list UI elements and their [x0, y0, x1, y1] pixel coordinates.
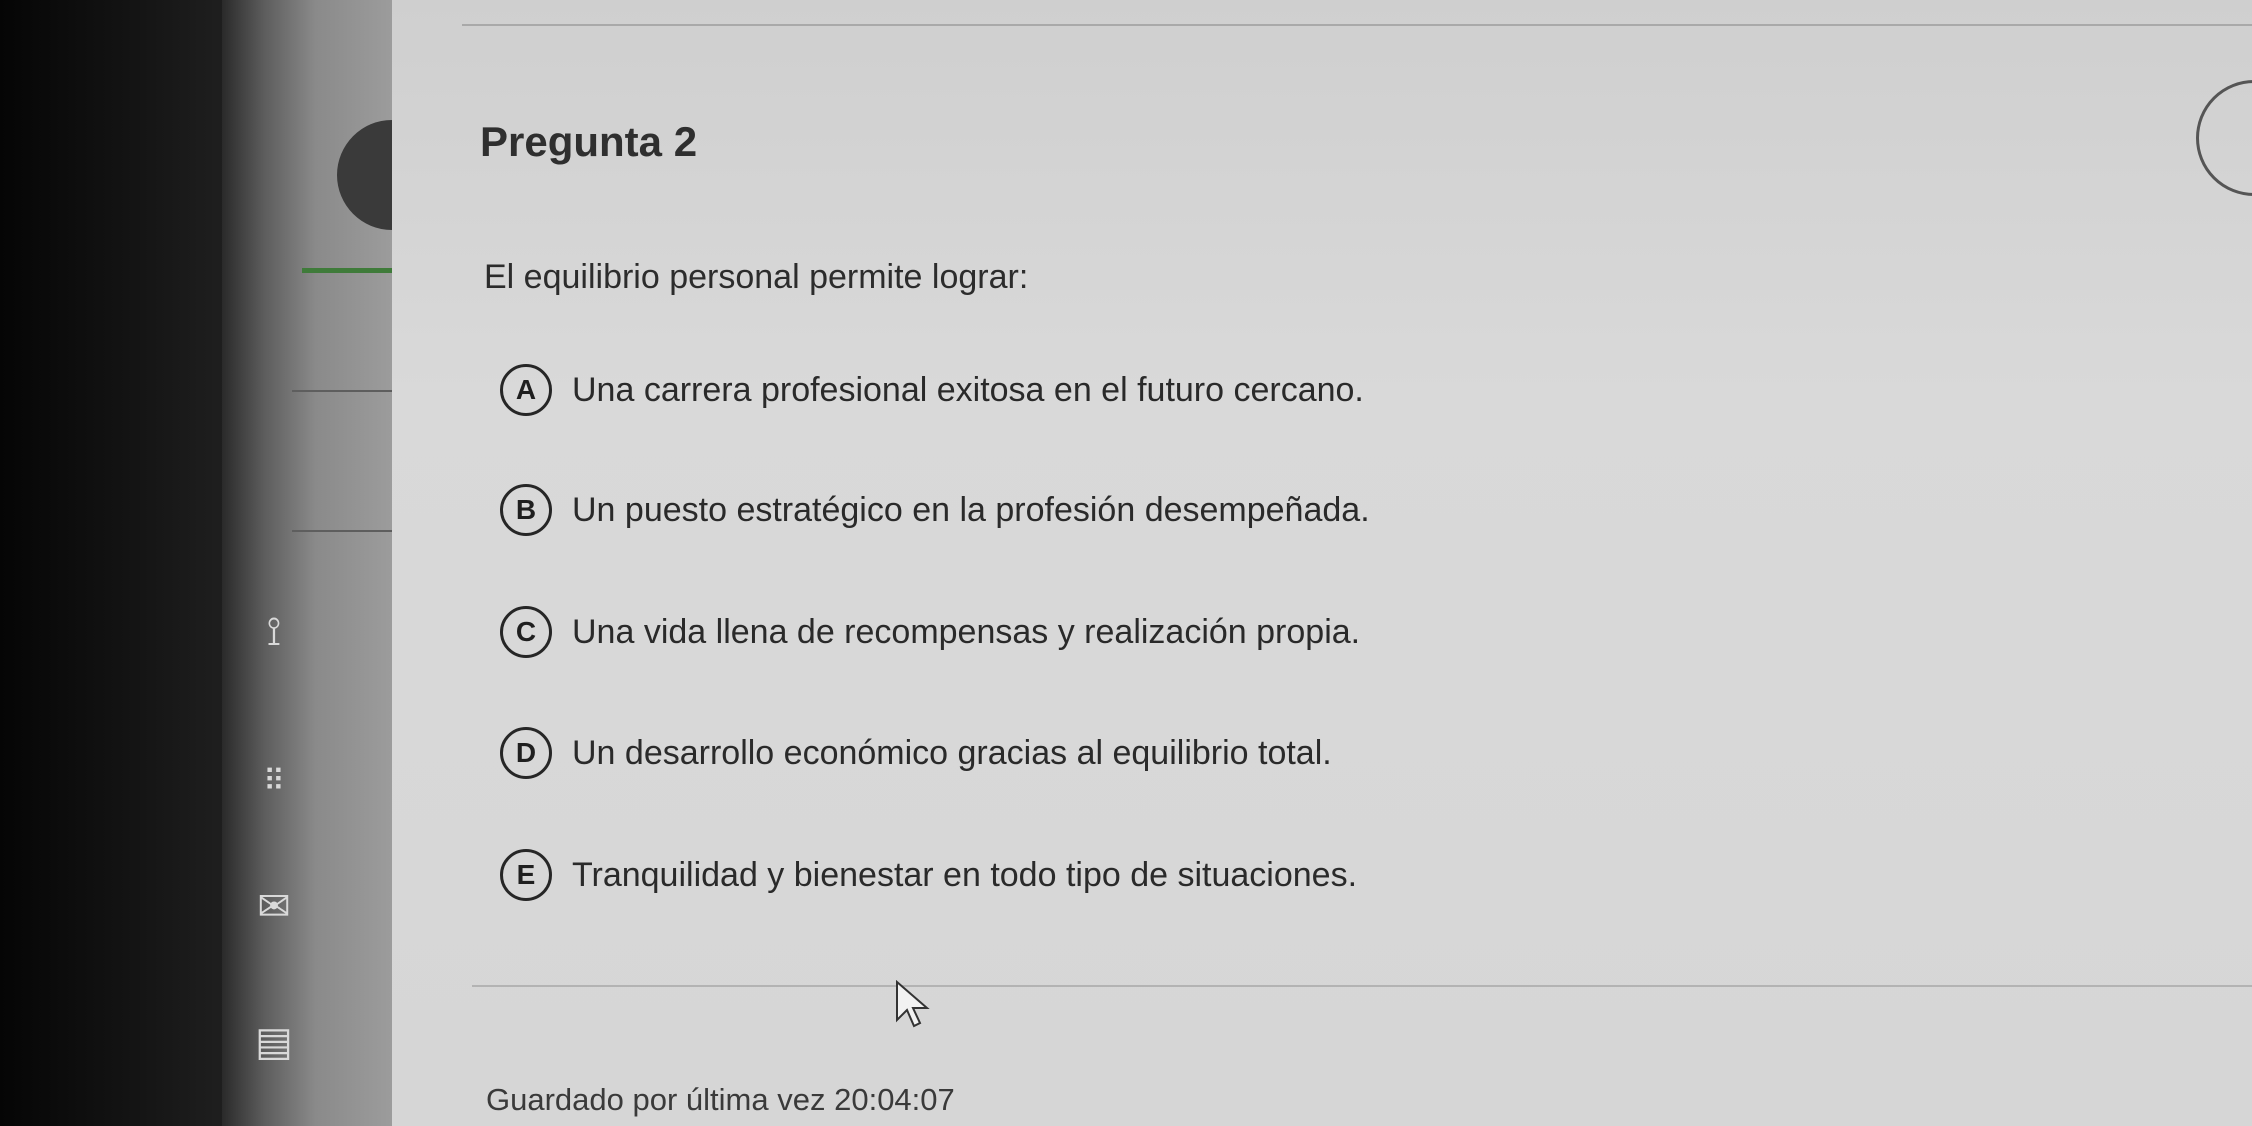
document-icon[interactable]: ▤	[252, 1020, 296, 1064]
option-letter-badge[interactable]: A	[500, 364, 552, 416]
last-saved-status: Guardado por última vez 20:04:07	[486, 1082, 955, 1118]
option-letter-badge[interactable]: C	[500, 606, 552, 658]
option-d[interactable]: D Un desarrollo económico gracias al equ…	[500, 723, 1332, 783]
option-b[interactable]: B Un puesto estratégico en la profesión …	[500, 480, 1370, 540]
question-panel	[392, 0, 2252, 1126]
option-letter-badge[interactable]: D	[500, 727, 552, 779]
question-prompt: El equilibrio personal permite lograr:	[484, 258, 1029, 296]
screen-bezel	[0, 0, 225, 1126]
option-letter-badge[interactable]: B	[500, 484, 552, 536]
sidebar-divider	[292, 530, 402, 532]
mail-icon[interactable]: ✉	[252, 885, 296, 929]
option-e[interactable]: E Tranquilidad y bienestar en todo tipo …	[500, 845, 1357, 905]
option-letter-badge[interactable]: E	[500, 849, 552, 901]
timer-ring	[2196, 80, 2252, 196]
option-text[interactable]: Una vida llena de recompensas y realizac…	[572, 613, 1360, 652]
mouse-cursor-icon	[896, 980, 930, 1028]
divider	[472, 985, 2252, 987]
question-title: Pregunta 2	[480, 118, 698, 165]
option-c[interactable]: C Una vida llena de recompensas y realiz…	[500, 602, 1360, 662]
last-saved-label: Guardado por última vez	[486, 1082, 826, 1117]
flowchart-icon[interactable]: ⟟	[252, 610, 296, 654]
sidebar-divider	[292, 390, 402, 392]
option-a[interactable]: A Una carrera profesional exitosa en el …	[500, 360, 1364, 420]
progress-indicator	[302, 268, 397, 273]
keypad-icon[interactable]: ⠿	[252, 760, 296, 804]
sidebar: ⟟ ⠿ ✉ ▤	[222, 0, 447, 1126]
option-text[interactable]: Una carrera profesional exitosa en el fu…	[572, 371, 1364, 410]
divider	[462, 24, 2252, 26]
option-text[interactable]: Tranquilidad y bienestar en todo tipo de…	[572, 856, 1357, 895]
option-text[interactable]: Un puesto estratégico en la profesión de…	[572, 491, 1370, 530]
last-saved-time: 20:04:07	[834, 1082, 955, 1117]
option-text[interactable]: Un desarrollo económico gracias al equil…	[572, 734, 1332, 773]
